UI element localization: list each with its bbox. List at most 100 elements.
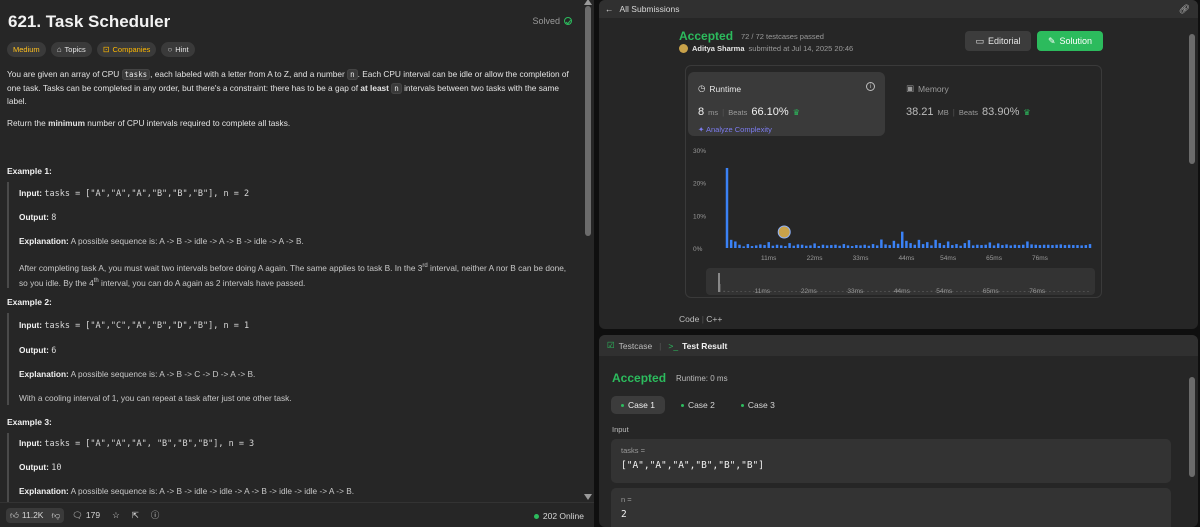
chart-bar[interactable] — [809, 245, 812, 248]
chart-bar[interactable] — [884, 244, 887, 248]
like-button[interactable]: 👍︎ 11.2K — [6, 507, 48, 523]
chart-bar[interactable] — [926, 242, 929, 248]
chart-bar[interactable] — [763, 245, 766, 248]
input-n-box[interactable]: n = 2 — [611, 488, 1171, 527]
chart-bar[interactable] — [917, 239, 921, 248]
tab-testcase[interactable]: Testcase — [619, 341, 653, 351]
chart-bar[interactable] — [1063, 245, 1067, 248]
case-tab-2[interactable]: Case 2 — [671, 396, 725, 414]
avatar[interactable] — [679, 44, 688, 53]
chart-bar[interactable] — [946, 241, 950, 248]
chart-bar[interactable] — [729, 239, 733, 248]
chart-bar[interactable] — [1067, 244, 1071, 248]
chart-bar[interactable] — [788, 243, 791, 248]
chart-bar[interactable] — [1047, 244, 1050, 248]
chart-bar[interactable] — [938, 243, 942, 248]
chart-bar[interactable] — [892, 240, 896, 248]
chart-bar[interactable] — [750, 246, 754, 248]
chart-bar[interactable] — [775, 244, 779, 248]
chart-bar[interactable] — [834, 244, 837, 248]
scroll-up-icon[interactable] — [584, 0, 592, 5]
chart-bar[interactable] — [759, 244, 762, 248]
submission-scrollbar[interactable] — [1188, 24, 1196, 324]
chart-bar[interactable] — [1001, 245, 1004, 248]
chart-bar[interactable] — [1005, 244, 1008, 248]
companies-tag[interactable]: ⊡ Companies — [96, 42, 157, 57]
chart-bar[interactable] — [830, 245, 833, 248]
chart-bar[interactable] — [1088, 244, 1092, 248]
help-button[interactable]: ⓘ — [147, 507, 164, 523]
chart-bar[interactable] — [863, 244, 866, 248]
chart-bar[interactable] — [959, 245, 962, 248]
chart-bar[interactable] — [992, 245, 996, 248]
chart-bar[interactable] — [754, 245, 758, 248]
chart-bar[interactable] — [967, 240, 971, 248]
chart-bar[interactable] — [921, 244, 925, 248]
back-arrow-icon[interactable]: ← — [605, 4, 614, 14]
share-button[interactable]: ⇱ — [128, 508, 143, 523]
comments-button[interactable]: 🗨︎ 179 — [68, 508, 104, 523]
chart-bar[interactable] — [1013, 244, 1017, 248]
chart-bar[interactable] — [1017, 245, 1021, 248]
chart-bar[interactable] — [1055, 244, 1058, 248]
chart-bar[interactable] — [930, 245, 933, 248]
chart-bar[interactable] — [1080, 245, 1083, 248]
hint-tag[interactable]: ○ Hint — [161, 42, 195, 57]
scrollbar-thumb[interactable] — [1189, 377, 1195, 477]
chart-bar[interactable] — [913, 244, 916, 248]
runtime-distribution-chart[interactable]: 30% 20% 10% 0% 11ms 22ms 33ms 44ms 54ms 65ms 76ms — [685, 140, 1102, 265]
chart-bar[interactable] — [1059, 244, 1063, 248]
chart-bar[interactable] — [1030, 244, 1033, 248]
chart-bar[interactable] — [905, 240, 908, 248]
topics-tag[interactable]: ⌂ Topics — [50, 42, 92, 57]
chart-bar[interactable] — [896, 243, 900, 248]
chart-bar[interactable] — [821, 244, 825, 248]
range-handle[interactable] — [718, 273, 720, 292]
chart-bar[interactable] — [846, 245, 850, 248]
chart-bar[interactable] — [1076, 245, 1079, 248]
chart-bar[interactable] — [792, 245, 795, 248]
chart-bar[interactable] — [771, 245, 775, 248]
chart-bar[interactable] — [1022, 244, 1025, 248]
dislike-button[interactable]: 👎︎ — [47, 507, 65, 523]
chart-bar[interactable] — [742, 246, 745, 248]
tab-test-result[interactable]: Test Result — [682, 341, 727, 351]
chart-bar[interactable] — [1084, 245, 1088, 248]
chart-bar[interactable] — [996, 243, 1000, 248]
user-position-avatar[interactable] — [777, 225, 791, 239]
chart-bar[interactable] — [1042, 244, 1046, 248]
chart-bar[interactable] — [859, 245, 862, 248]
chart-bar[interactable] — [800, 244, 804, 248]
difficulty-tag[interactable]: Medium — [7, 42, 46, 57]
chart-bar[interactable] — [813, 243, 816, 248]
chart-bar[interactable] — [875, 245, 879, 248]
editorial-button[interactable]: ▭ Editorial — [965, 31, 1031, 51]
chart-bar[interactable] — [1072, 245, 1075, 248]
range-selector[interactable]: 11ms 22ms 33ms 44ms 54ms 65ms 76ms — [706, 268, 1095, 295]
chart-bar[interactable] — [1009, 245, 1012, 248]
case-tab-3[interactable]: Case 3 — [731, 396, 785, 414]
chart-bar[interactable] — [942, 245, 946, 248]
chart-bar[interactable] — [1026, 241, 1029, 248]
chart-bar[interactable] — [796, 244, 800, 248]
chart-bar[interactable] — [842, 244, 846, 248]
chart-bar[interactable] — [825, 245, 829, 248]
all-submissions-link[interactable]: All Submissions — [620, 4, 680, 14]
chart-bar[interactable] — [888, 245, 891, 248]
scrollbar-thumb[interactable] — [585, 6, 591, 236]
chart-bar[interactable] — [880, 239, 883, 248]
chart-bar[interactable] — [963, 243, 967, 248]
chart-bar[interactable] — [934, 239, 937, 248]
chart-bar[interactable] — [838, 245, 841, 248]
chart-bar[interactable] — [725, 167, 729, 248]
chart-bar[interactable] — [738, 244, 741, 248]
link-icon[interactable]: 🔗︎ — [1179, 4, 1190, 15]
chart-bar[interactable] — [1034, 244, 1037, 248]
chart-bar[interactable] — [850, 246, 854, 248]
chart-bar[interactable] — [988, 242, 992, 248]
result-scrollbar[interactable] — [1188, 375, 1196, 523]
chart-bar[interactable] — [867, 245, 871, 248]
chart-bar[interactable] — [784, 246, 787, 248]
chart-bar[interactable] — [971, 245, 975, 248]
chart-bar[interactable] — [1051, 245, 1054, 248]
